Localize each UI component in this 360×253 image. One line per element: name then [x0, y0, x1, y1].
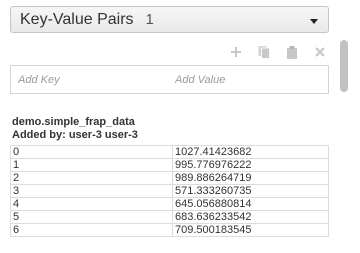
copy-icon[interactable]: [257, 45, 271, 59]
table-row[interactable]: 4 645.056880814: [10, 197, 329, 211]
key-value-dropdown[interactable]: Key-Value Pairs 1: [10, 6, 329, 33]
added-by-label: Added by: user-3 user-3: [12, 129, 138, 141]
paste-icon[interactable]: [285, 45, 299, 59]
close-icon[interactable]: [313, 45, 327, 59]
key-cell: 3: [10, 184, 173, 198]
value-cell: 571.333260735: [172, 184, 329, 198]
key-cell: 1: [10, 158, 173, 172]
table-row[interactable]: 1 995.776976222: [10, 158, 329, 172]
section-title: demo.simple_frap_data: [12, 116, 135, 128]
plus-icon[interactable]: [229, 45, 243, 59]
toolbar: [10, 39, 329, 65]
table-row[interactable]: 0 1027.41423682: [10, 145, 329, 159]
table-row[interactable]: 2 989.886264719: [10, 171, 329, 185]
caret-down-icon[interactable]: [310, 19, 318, 24]
value-cell: 995.776976222: [172, 158, 329, 172]
value-cell: 989.886264719: [172, 171, 329, 185]
table-row[interactable]: 5 683.636233542: [10, 210, 329, 224]
add-key-value-row: [10, 65, 329, 94]
key-value-panel: Key-Value Pairs 1 demo.simple_frap_data …: [0, 0, 337, 253]
key-cell: 2: [10, 171, 173, 185]
dropdown-title: Key-Value Pairs: [20, 10, 134, 28]
table-row[interactable]: 6 709.500183545: [10, 223, 329, 237]
value-cell: 709.500183545: [172, 223, 329, 237]
value-cell: 645.056880814: [172, 197, 329, 211]
dropdown-count: 1: [145, 11, 154, 28]
key-cell: 5: [10, 210, 173, 224]
vertical-scrollbar[interactable]: [340, 40, 349, 253]
add-key-input[interactable]: [11, 66, 174, 93]
add-value-input[interactable]: [174, 66, 328, 93]
key-cell: 6: [10, 223, 173, 237]
value-cell: 1027.41423682: [172, 145, 329, 159]
value-cell: 683.636233542: [172, 210, 329, 224]
scrollbar-thumb[interactable]: [340, 40, 348, 92]
table-row[interactable]: 3 571.333260735: [10, 184, 329, 198]
key-cell: 0: [10, 145, 173, 159]
key-cell: 4: [10, 197, 173, 211]
key-value-table: 0 1027.41423682 1 995.776976222 2 989.88…: [10, 145, 329, 237]
